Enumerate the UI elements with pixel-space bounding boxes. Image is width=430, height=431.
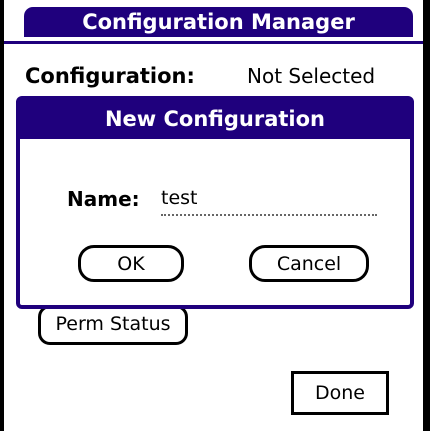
configuration-row: Configuration: Not Selected [25, 61, 375, 91]
screen-edge-left [0, 0, 4, 431]
done-button[interactable]: Done [291, 371, 389, 415]
palm-screen: Configuration Manager Configuration: Not… [0, 0, 430, 431]
perm-status-button[interactable]: Perm Status [38, 305, 188, 345]
dialog-title-rule [20, 137, 410, 139]
done-button-label: Done [315, 382, 365, 404]
new-configuration-dialog: New Configuration Name: test OK Cancel [16, 96, 414, 309]
configuration-value: Not Selected [247, 64, 376, 88]
cancel-button-label: Cancel [276, 252, 342, 275]
perm-status-button-label: Perm Status [55, 313, 171, 335]
app-title-bar: Configuration Manager [24, 7, 413, 37]
screen-edge-right [423, 0, 430, 431]
dialog-title: New Configuration [104, 106, 325, 131]
configuration-label: Configuration: [25, 64, 195, 88]
dialog-title-bar: New Configuration [20, 100, 410, 137]
title-underline [4, 41, 423, 44]
name-input[interactable]: test [161, 184, 377, 216]
cancel-button[interactable]: Cancel [249, 245, 369, 282]
ok-button[interactable]: OK [78, 245, 184, 282]
app-title: Configuration Manager [82, 10, 355, 34]
name-label: Name: [67, 187, 140, 211]
name-row: Name: test [67, 184, 377, 216]
ok-button-label: OK [117, 252, 145, 275]
